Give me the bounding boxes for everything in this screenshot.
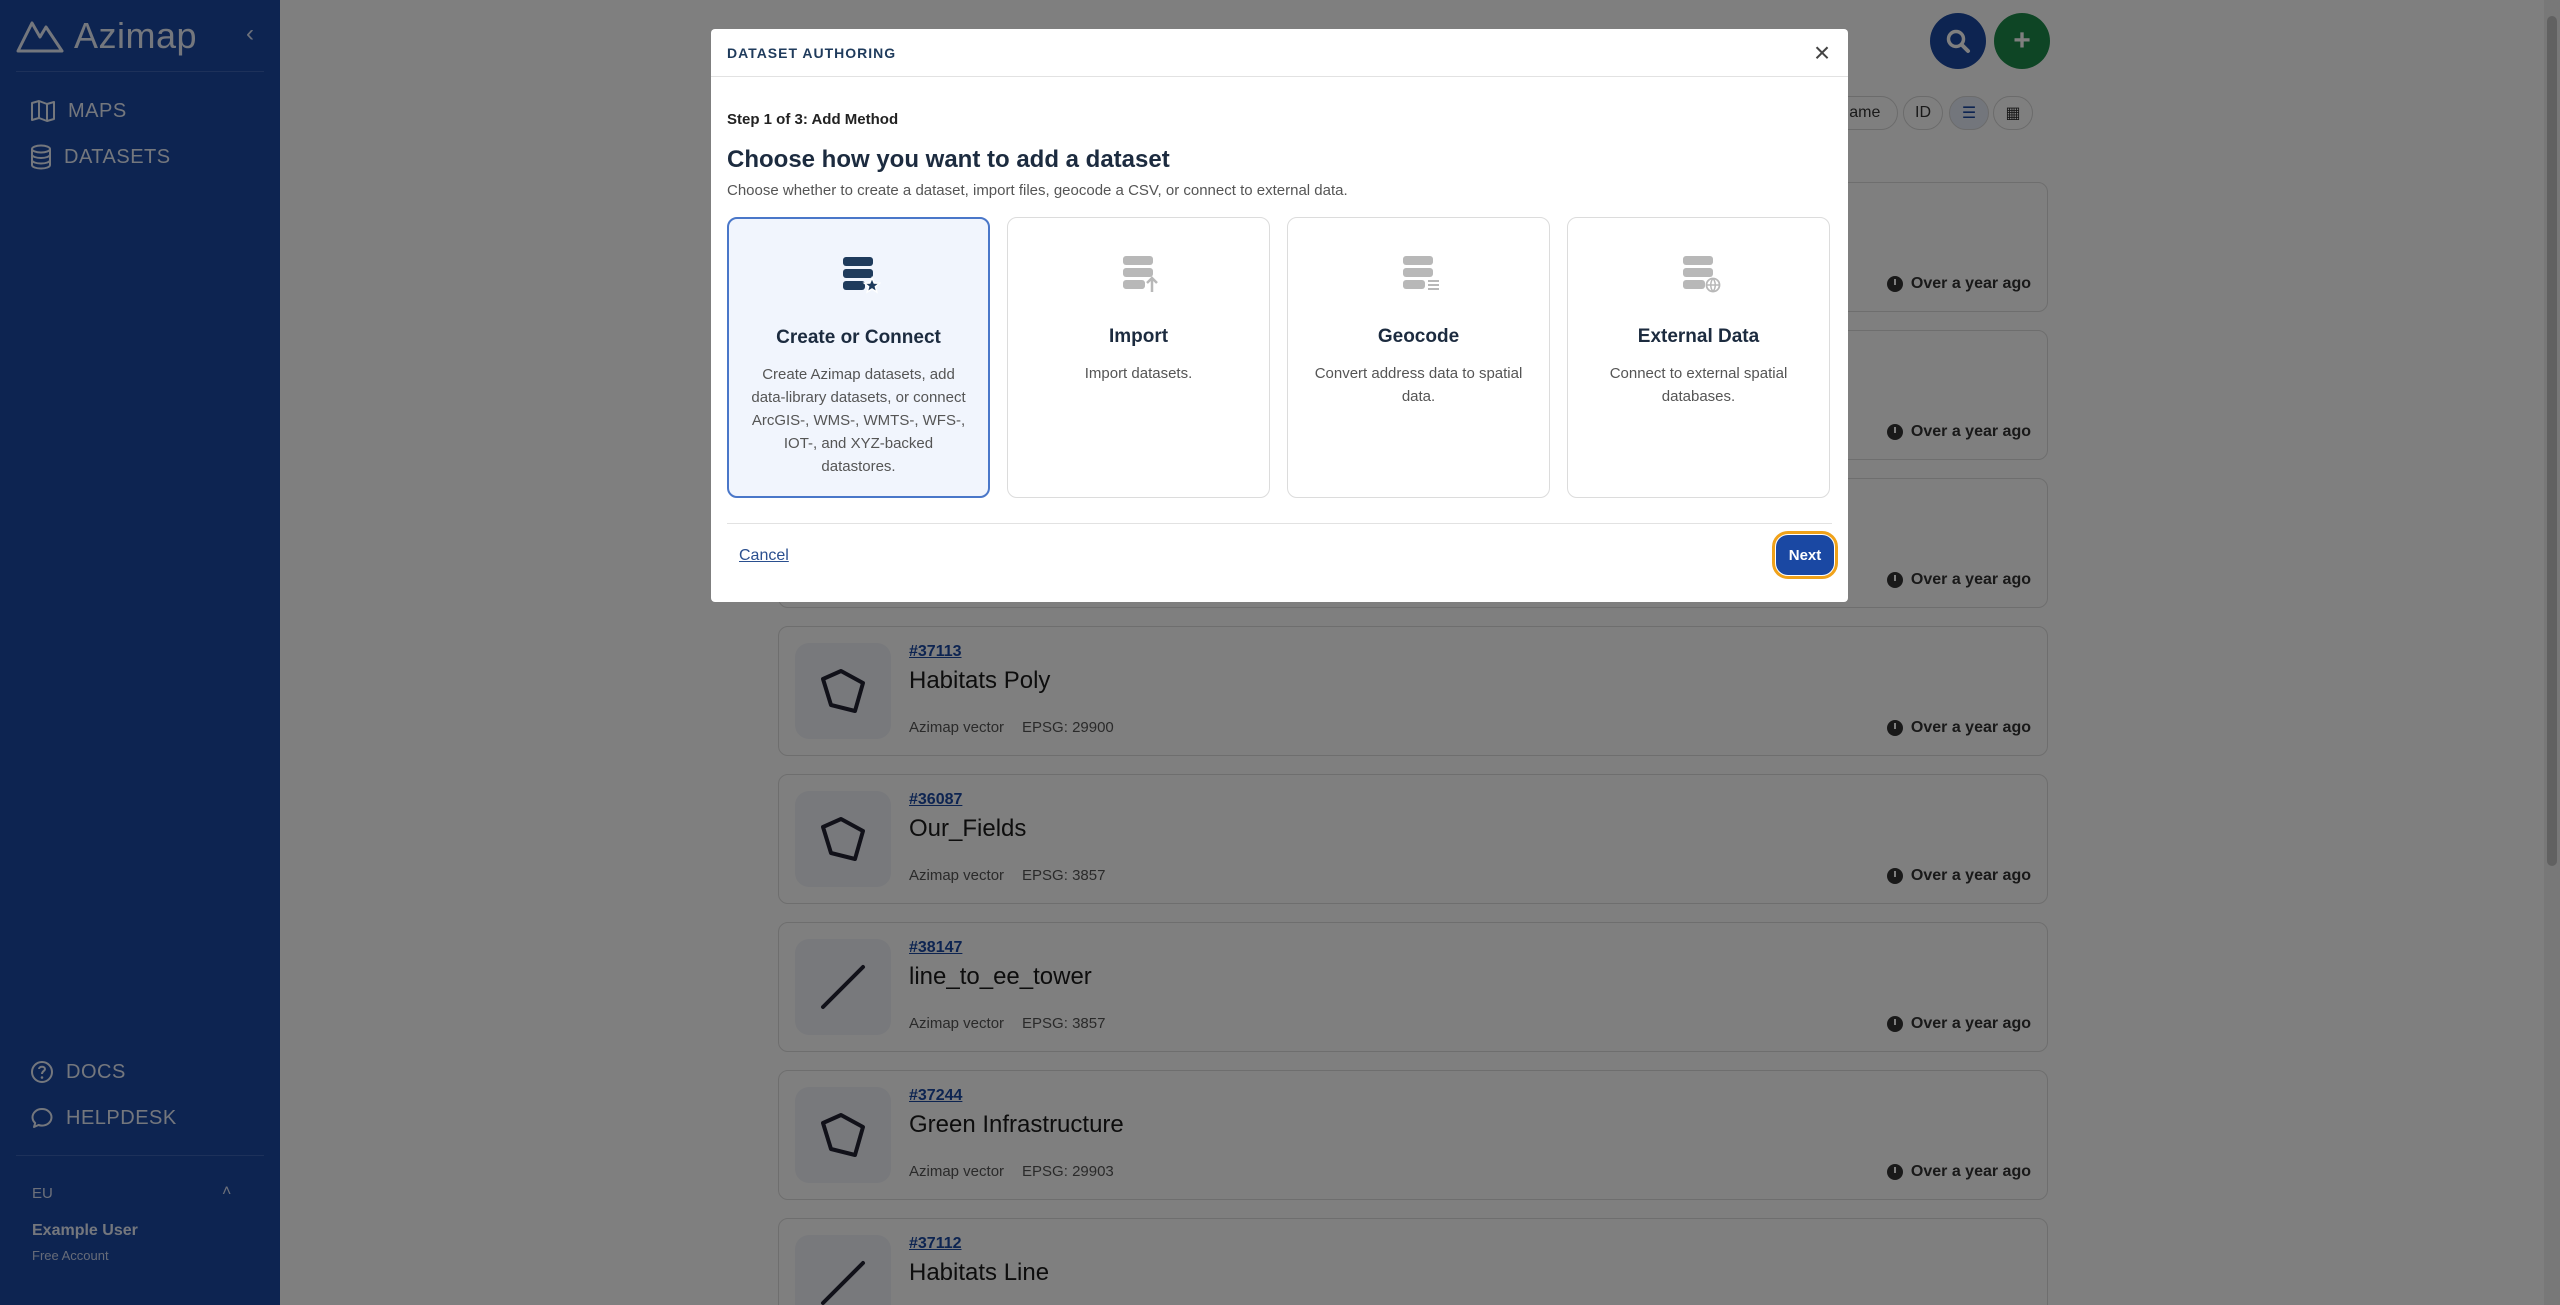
option-description: Convert address data to spatial data. [1314,365,1523,405]
option-description: Connect to external spatial databases. [1609,365,1788,405]
database-upload-icon [1122,256,1158,292]
modal-header: DATASET AUTHORING × [711,29,1848,77]
option-description: Import datasets. [1084,365,1193,382]
divider [727,523,1832,524]
option-geocode[interactable]: Geocode Convert address data to spatial … [1287,217,1550,498]
option-title: Import [1108,326,1169,347]
next-button[interactable]: Next [1772,531,1838,579]
option-title: Create or Connect [776,327,941,348]
database-star-icon [842,257,881,294]
close-icon[interactable]: × [1808,39,1836,67]
modal-title: DATASET AUTHORING [727,45,897,61]
option-description: Create Azimap datasets, add data-library… [751,366,966,475]
option-external-data[interactable]: External Data Connect to external spatia… [1567,217,1830,498]
option-create-or-connect[interactable]: Create or Connect Create Azimap datasets… [727,217,990,498]
option-import[interactable]: Import Import datasets. [1007,217,1270,498]
database-list-icon [1402,256,1439,290]
database-globe-icon [1682,256,1720,293]
dialog-subheading: Choose whether to create a dataset, impo… [727,182,1348,199]
cancel-button[interactable]: Cancel [739,547,789,565]
dataset-authoring-dialog: DATASET AUTHORING × Step 1 of 3: Add Met… [711,29,1848,602]
option-title: External Data [1637,326,1760,347]
step-indicator: Step 1 of 3: Add Method [727,111,899,128]
dialog-heading: Choose how you want to add a dataset [727,146,1170,173]
option-title: Geocode [1377,326,1460,347]
